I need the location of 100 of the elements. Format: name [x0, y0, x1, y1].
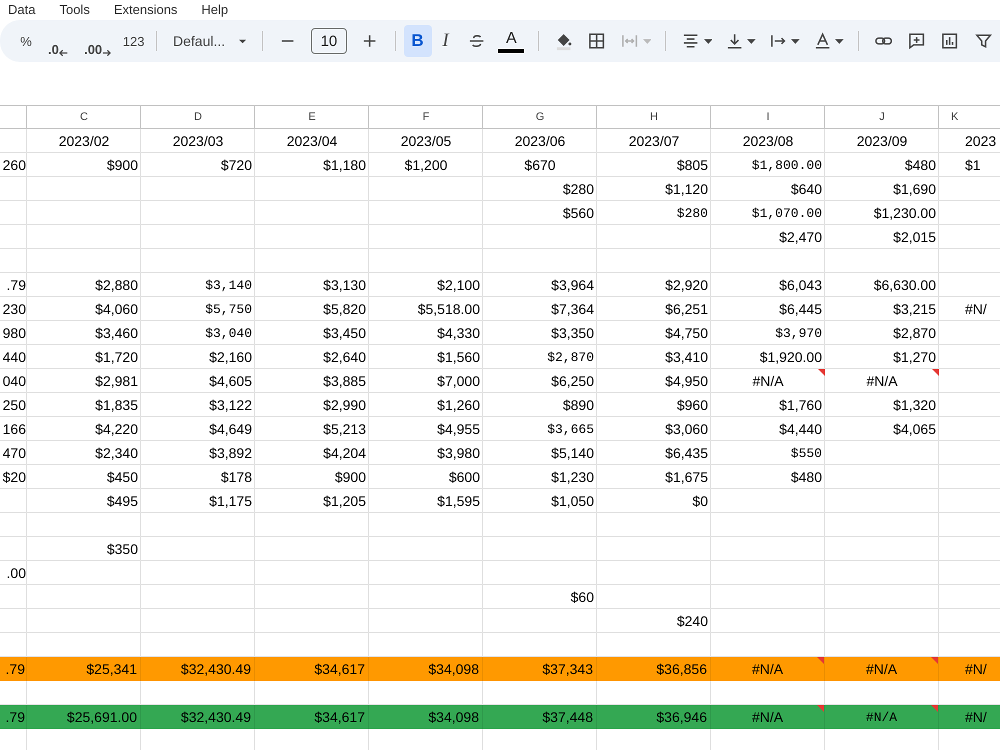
menu-item[interactable]: Help	[201, 2, 228, 16]
table-cell-text: $4,605	[208, 372, 253, 391]
column-header[interactable]: F	[369, 106, 483, 128]
table-cell-text: $2,870	[892, 324, 937, 343]
table-cell-text: $2,160	[208, 348, 253, 367]
table-cell-text: $7,000	[436, 372, 481, 391]
table-cell: #N/A	[825, 369, 939, 393]
table-cell-text: $4,649	[208, 420, 253, 439]
table-cell-text: $4,220	[94, 420, 139, 439]
table-cell: #N/A	[825, 705, 939, 729]
column-header[interactable]: J	[825, 106, 939, 128]
table-cell-text: 470	[2, 444, 27, 463]
table-cell: $25,341	[27, 657, 141, 681]
italic-button[interactable]: I	[432, 25, 460, 57]
table-cell-text: $3,450	[322, 324, 367, 343]
table-cell-text: 260	[2, 156, 27, 175]
table-cell-text: $2,990	[322, 396, 367, 415]
chart-icon[interactable]	[940, 31, 960, 51]
percent-format-button[interactable]: %	[12, 25, 40, 57]
menu-item[interactable]: Tools	[59, 2, 90, 16]
decrease-decimals-button[interactable]: .0	[40, 25, 76, 57]
table-cell: $34,617	[255, 705, 369, 729]
table-cell-text: $550	[790, 444, 823, 462]
table-cell-text: $4,330	[436, 324, 481, 343]
table-cell-text: #N/	[964, 300, 988, 319]
table-cell-text: $2,640	[322, 348, 367, 367]
table-cell-text: $3,215	[892, 300, 937, 319]
table-cell-text: $2,880	[94, 276, 139, 295]
table-cell-text: 2023/07	[628, 132, 680, 151]
font-dropdown[interactable]: Defaul...	[165, 25, 254, 57]
column-header[interactable]: I	[711, 106, 825, 128]
table-cell-text: 166	[2, 420, 27, 439]
column-header[interactable]: K	[939, 106, 1000, 128]
table-cell-text: $1,050	[550, 492, 595, 511]
table-cell-text: $3,460	[94, 324, 139, 343]
table-cell-text: $5,518.00	[416, 300, 481, 319]
table-cell-text: $2,015	[892, 228, 937, 247]
table-cell: $25,691.00	[27, 705, 141, 729]
table-cell-text: $1,205	[322, 492, 367, 511]
table-cell-text: $450	[106, 468, 139, 487]
caret-icon[interactable]	[747, 38, 756, 44]
table-cell-text: #N/	[964, 660, 988, 679]
bold-button[interactable]: B	[404, 25, 432, 57]
table-cell-text: $890	[562, 396, 595, 415]
menu-item[interactable]: Data	[8, 2, 36, 16]
borders-icon[interactable]	[587, 31, 606, 51]
table-cell-text: 250	[2, 396, 27, 415]
table-cell-text: $1,320	[892, 396, 937, 415]
table-cell-text: $6,043	[778, 276, 823, 295]
table-cell-text: $280	[562, 180, 595, 199]
table-cell-text: $1,175	[208, 492, 253, 511]
column-header[interactable]: D	[141, 106, 255, 128]
menu-item[interactable]: Extensions	[114, 2, 178, 16]
table-cell-text: $5,820	[322, 300, 367, 319]
comment-icon[interactable]	[907, 31, 926, 51]
table-cell-text: $4,440	[778, 420, 823, 439]
table-cell-text: $1,720	[94, 348, 139, 367]
table-cell: $37,343	[483, 657, 597, 681]
table-cell-text: $60	[570, 588, 595, 607]
table-cell-text: $1,270	[892, 348, 937, 367]
table-cell: #N/A	[711, 369, 825, 393]
table-cell-text: 2023/08	[742, 132, 794, 151]
text-color-button[interactable]: A	[492, 25, 530, 57]
increase-decimals-button[interactable]: .00	[76, 25, 120, 57]
table-cell-text: $900	[334, 468, 367, 487]
font-size-field[interactable]: 10	[310, 28, 348, 54]
table-cell: $32,430.49	[141, 705, 255, 729]
table-cell-text: $1	[964, 156, 982, 175]
table-cell-text: $3,140	[204, 276, 253, 294]
table-cell-text: $3,964	[550, 276, 595, 295]
text-rotate-icon[interactable]	[813, 31, 832, 51]
table-cell-text: $6,250	[550, 372, 595, 391]
table-cell-text: $3,885	[322, 372, 367, 391]
table-cell-text: $1,070.00	[750, 204, 823, 222]
table-cell-text: $600	[448, 468, 481, 487]
table-cell-text: $3,980	[436, 444, 481, 463]
table-cell-text: $805	[676, 156, 709, 175]
table-cell: $37,448	[483, 705, 597, 729]
table-cell: #N/A	[711, 657, 825, 681]
table-cell-text: $1,835	[94, 396, 139, 415]
table-cell-text: $3,970	[774, 324, 823, 342]
table-cell: $32,430.49	[141, 657, 255, 681]
table-cell-text: $480	[904, 156, 937, 175]
table-cell-text: $640	[790, 180, 823, 199]
table-cell-text: $1,690	[892, 180, 937, 199]
table-cell-text: #N/	[964, 708, 988, 727]
table-cell-text: $1,595	[436, 492, 481, 511]
table-cell-text: $0	[691, 492, 709, 511]
number-format-button[interactable]: 123	[119, 25, 148, 57]
column-header[interactable]: H	[597, 106, 711, 128]
caret-icon[interactable]	[835, 38, 844, 44]
caret-icon[interactable]	[791, 38, 800, 44]
table-cell-text: $3,892	[208, 444, 253, 463]
column-header[interactable]: C	[27, 106, 141, 128]
caret-icon[interactable]	[704, 38, 712, 44]
column-header[interactable]: E	[255, 106, 369, 128]
table-cell-text: $3,410	[664, 348, 709, 367]
table-cell-text: $7,364	[550, 300, 595, 319]
table-cell-text: $6,435	[664, 444, 709, 463]
column-header[interactable]: G	[483, 106, 597, 128]
